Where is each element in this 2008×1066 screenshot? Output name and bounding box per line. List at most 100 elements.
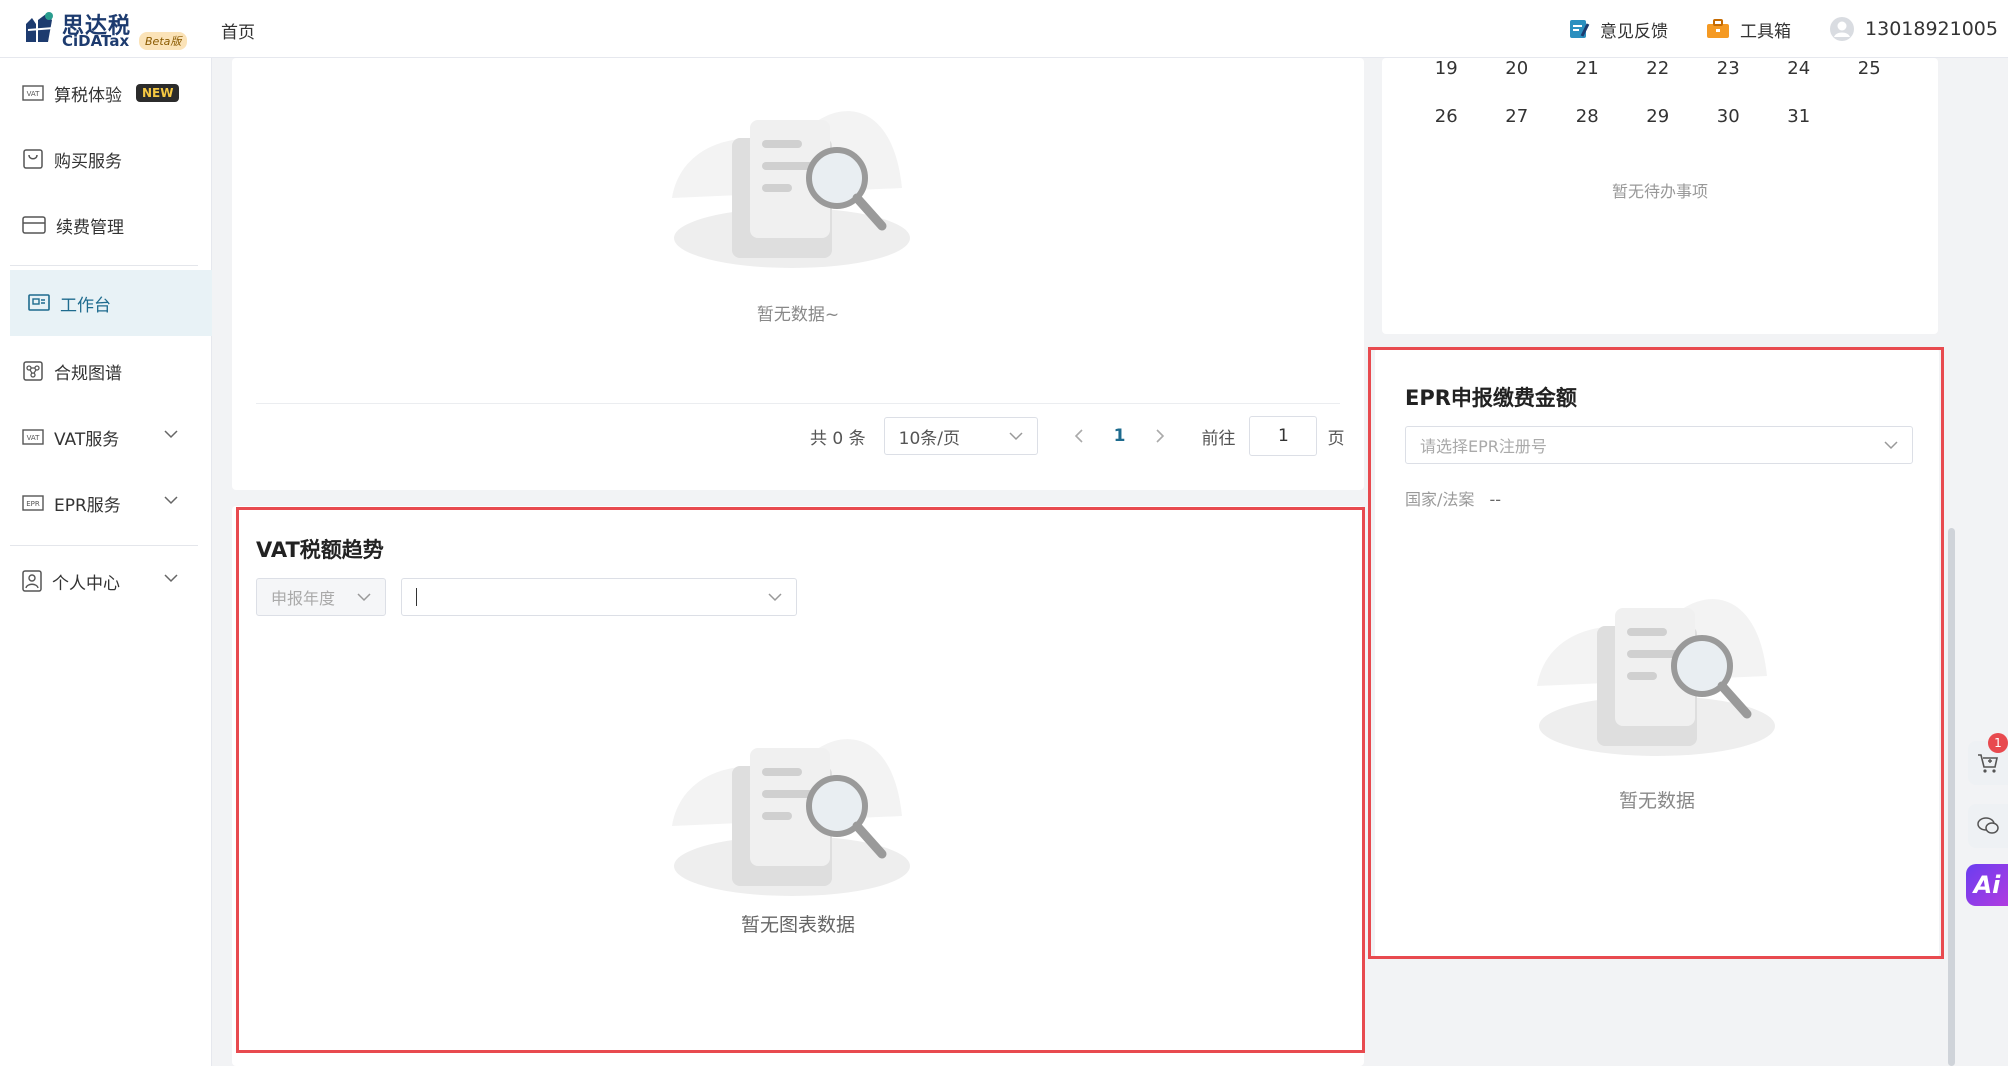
calendar-day[interactable]: 19 [1411, 58, 1482, 79]
ai-assistant-button[interactable]: Ai [1966, 864, 2008, 906]
cart-count-badge: 1 [1988, 733, 2008, 753]
feedback-button[interactable]: 意见反馈 [1568, 17, 1668, 42]
chat-button[interactable] [1968, 804, 2008, 848]
new-badge: NEW [136, 84, 180, 102]
user-icon [22, 570, 42, 592]
calendar-day[interactable]: 23 [1693, 58, 1764, 79]
sidebar-item-vat-service[interactable]: VAT VAT服务 [0, 404, 212, 470]
divider [256, 403, 1340, 404]
pagination-total: 共 0 条 [810, 428, 866, 449]
logo-mark-icon [26, 12, 55, 42]
empty-data-illustration-icon [672, 111, 910, 268]
calendar-day[interactable]: 28 [1552, 106, 1623, 127]
country-law-value: -- [1489, 490, 1502, 509]
bag-icon [23, 149, 43, 169]
workbench-icon [28, 294, 50, 311]
calendar-day[interactable]: 25 [1834, 58, 1905, 79]
sidebar-item-label: EPR服务 [54, 495, 121, 516]
epr-icon: EPR [22, 495, 44, 511]
top-header: 思达税 CiDATax Beta版 首页 意见反馈 工具箱 1301892100… [0, 0, 2008, 58]
country-law-row: 国家/法案 -- [1405, 486, 1501, 510]
current-page[interactable]: 1 [1114, 426, 1126, 446]
sidebar-item-buy-service[interactable]: 购买服务 [0, 126, 212, 192]
page-size-select[interactable]: 10条/页 [883, 417, 1038, 455]
year-value-select[interactable] [401, 578, 797, 616]
user-menu[interactable]: 13018921005 [1829, 16, 1998, 42]
page-unit-label: 页 [1327, 428, 1345, 449]
sidebar-item-label: 算税体验 [54, 85, 122, 106]
nav-home-link[interactable]: 首页 [221, 18, 255, 43]
user-phone: 13018921005 [1865, 18, 1998, 40]
vat-trend-card: VAT税额趋势 申报年度 暂无图表数据 [232, 506, 1364, 1066]
text-cursor [416, 588, 417, 606]
empty-data-illustration-icon [1537, 599, 1775, 756]
top-list-card: 暂无数据~ 共 0 条 10条/页 1 前往 1 页 [232, 58, 1364, 490]
goto-page-input[interactable]: 1 [1249, 416, 1318, 456]
sidebar-item-epr-service[interactable]: EPR EPR服务 [0, 470, 212, 536]
beta-badge: Beta版 [139, 32, 188, 50]
chevron-down-icon [357, 593, 371, 602]
toolbox-button[interactable]: 工具箱 [1706, 17, 1791, 42]
sidebar-item-label: 工作台 [60, 295, 111, 316]
avatar-icon [1830, 17, 1855, 41]
calendar-day[interactable]: 27 [1482, 106, 1553, 127]
chevron-down-icon [768, 593, 782, 602]
calendar-week-row: 26 27 28 29 30 31 [1411, 106, 1905, 127]
empty-chart-illustration-icon [672, 739, 910, 896]
calendar-day[interactable] [1834, 106, 1905, 127]
chevron-down-icon [1884, 441, 1898, 450]
logo[interactable]: 思达税 CiDATax Beta版 [22, 8, 192, 50]
calendar-day[interactable]: 20 [1482, 58, 1553, 79]
calendar-day[interactable]: 21 [1552, 58, 1623, 79]
toolbox-icon [1707, 19, 1730, 38]
sidebar-item-label: 合规图谱 [54, 363, 122, 384]
sidebar-item-workbench[interactable]: 工作台 [10, 270, 212, 336]
chat-icon [1977, 817, 1999, 834]
header-actions: 意见反馈 工具箱 13018921005 [1530, 0, 1998, 58]
epr-registration-select[interactable]: 请选择EPR注册号 [1405, 426, 1913, 464]
prev-page-icon[interactable] [1074, 429, 1084, 443]
epr-amount-card: EPR申报缴费金额 请选择EPR注册号 国家/法案 -- 暂无数据 [1375, 348, 1939, 958]
page-size-value: 10条/页 [898, 428, 960, 449]
sidebar-item-compliance-map[interactable]: 合规图谱 [0, 338, 212, 404]
empty-chart-text: 暂无图表数据 [740, 914, 855, 936]
graph-icon [23, 361, 43, 381]
vat-trend-title: VAT税额趋势 [256, 538, 384, 562]
calendar-day[interactable]: 24 [1764, 58, 1835, 79]
calendar-day[interactable]: 30 [1693, 106, 1764, 127]
report-year-label: 申报年度 [271, 589, 336, 608]
vat-icon: VAT [22, 429, 44, 445]
svg-text:VAT: VAT [27, 434, 41, 442]
country-law-label: 国家/法案 [1405, 490, 1475, 509]
cart-icon [1978, 754, 1998, 773]
sidebar-item-renewal[interactable]: 续费管理 [0, 192, 212, 258]
sidebar: VAT 算税体验 NEW 购买服务 续费管理 工作台 合规图谱 VAT VAT服… [0, 58, 212, 1066]
report-year-select[interactable]: 申报年度 [256, 578, 386, 616]
calendar-day[interactable]: 31 [1764, 106, 1835, 127]
page-scrollbar[interactable] [1948, 528, 1955, 1066]
calendar-day[interactable]: 29 [1623, 106, 1694, 127]
next-page-icon[interactable] [1155, 429, 1165, 443]
calendar-day[interactable]: 26 [1411, 106, 1482, 127]
toolbox-label: 工具箱 [1740, 21, 1792, 42]
svg-text:EPR: EPR [26, 500, 40, 508]
calendar-day[interactable]: 22 [1623, 58, 1694, 79]
sidebar-item-label: 续费管理 [56, 217, 124, 238]
goto-label: 前往 [1201, 428, 1236, 449]
feedback-icon [1570, 20, 1590, 38]
feedback-label: 意见反馈 [1600, 21, 1669, 42]
empty-data-text: 暂无数据~ [756, 305, 840, 325]
sidebar-item-label: 个人中心 [52, 573, 120, 594]
chevron-down-icon [164, 430, 178, 439]
sidebar-item-personal-center[interactable]: 个人中心 [0, 548, 212, 614]
sidebar-item-tax-trial[interactable]: VAT 算税体验 NEW [0, 60, 212, 126]
pagination: 共 0 条 10条/页 1 前往 1 页 [810, 416, 1344, 456]
sidebar-item-label: VAT服务 [54, 429, 120, 450]
sidebar-divider [10, 265, 198, 266]
sidebar-item-label: 购买服务 [54, 151, 122, 172]
chevron-down-icon [164, 496, 178, 505]
sidebar-divider [10, 545, 198, 546]
logo-en-text: CiDATax [62, 32, 130, 50]
chevron-down-icon [1009, 432, 1023, 441]
epr-registration-placeholder: 请选择EPR注册号 [1420, 437, 1547, 456]
